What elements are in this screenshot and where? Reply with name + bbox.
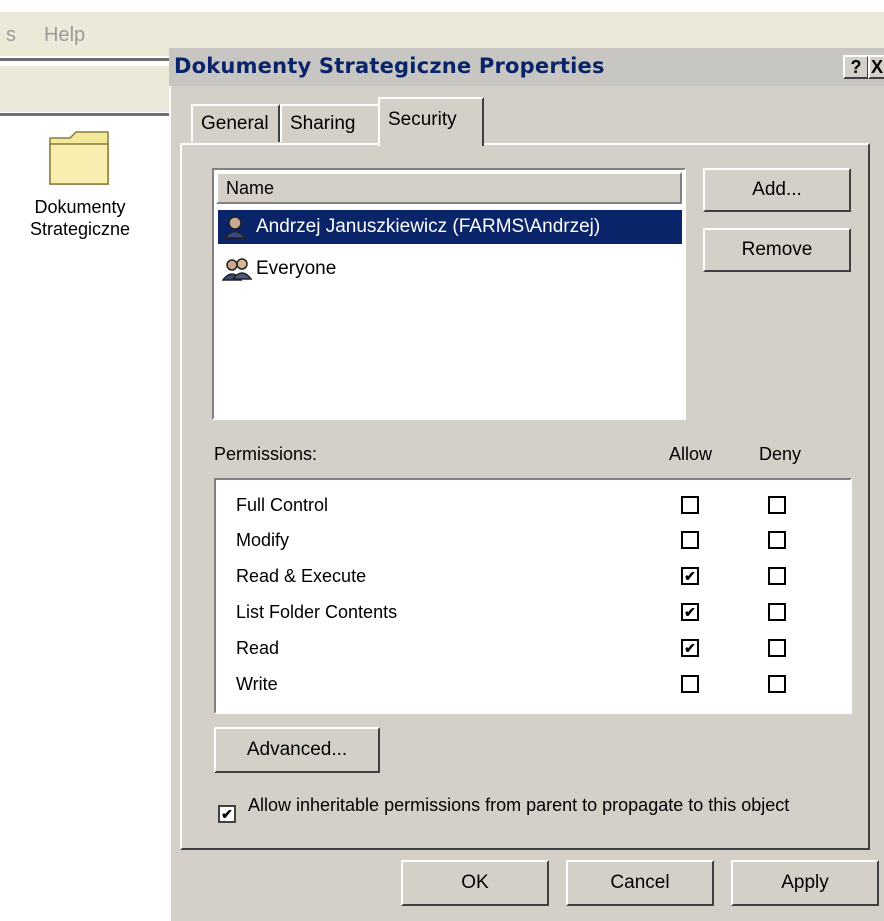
perm-row-read-execute: Read & Execute <box>236 566 367 586</box>
allow-header: Allow <box>669 444 713 464</box>
dialog-title: Dokumenty Strategiczne Properties <box>174 54 605 78</box>
cancel-button[interactable]: Cancel <box>566 860 714 906</box>
perm-row-modify: Modify <box>236 530 290 550</box>
toolbar-divider <box>0 113 172 116</box>
deny-checkbox-list-folder[interactable] <box>768 603 786 621</box>
ok-button[interactable]: OK <box>401 860 549 906</box>
deny-checkbox-write[interactable] <box>768 675 786 693</box>
advanced-button[interactable]: Advanced... <box>214 727 380 773</box>
list-item-andrzej[interactable]: Andrzej Januszkiewicz (FARMS\Andrzej) <box>218 210 682 244</box>
allow-checkbox-write[interactable] <box>681 675 699 693</box>
perm-row-write: Write <box>236 674 278 694</box>
menubar-divider <box>0 58 172 61</box>
tab-sharing[interactable]: Sharing <box>280 104 380 142</box>
menu-item-partial[interactable]: s <box>6 24 16 47</box>
list-item-label: Everyone <box>256 258 337 279</box>
allow-checkbox-read[interactable]: ✔ <box>681 639 699 657</box>
apply-button[interactable]: Apply <box>731 860 879 906</box>
list-item-label: Andrzej Januszkiewicz (FARMS\Andrzej) <box>256 216 601 237</box>
allow-checkbox-read-execute[interactable]: ✔ <box>681 567 699 585</box>
tab-general[interactable]: General <box>191 104 280 142</box>
perm-row-full-control: Full Control <box>236 495 329 515</box>
deny-checkbox-read[interactable] <box>768 639 786 657</box>
background-toolbar <box>0 66 172 111</box>
close-button[interactable]: X <box>868 55 884 79</box>
names-listbox[interactable] <box>212 168 686 420</box>
deny-header: Deny <box>759 444 802 464</box>
inherit-label: Allow inheritable permissions from paren… <box>248 795 790 815</box>
allow-checkbox-list-folder[interactable]: ✔ <box>681 603 699 621</box>
permissions-label: Permissions: <box>214 444 318 464</box>
user-icon <box>222 215 248 239</box>
allow-checkbox-full-control[interactable] <box>681 496 699 514</box>
allow-checkbox-modify[interactable] <box>681 531 699 549</box>
perm-row-list-folder-contents: List Folder Contents <box>236 602 398 622</box>
remove-button[interactable]: Remove <box>703 228 851 272</box>
toolbar-divider-light <box>0 110 172 112</box>
inherit-checkbox[interactable]: ✔ <box>218 805 236 823</box>
tab-security[interactable]: Security <box>378 97 484 146</box>
names-column-header[interactable]: Name <box>216 172 682 204</box>
deny-checkbox-modify[interactable] <box>768 531 786 549</box>
folder-label[interactable]: Dokumenty Strategiczne <box>14 196 146 240</box>
group-icon <box>221 257 253 281</box>
deny-checkbox-full-control[interactable] <box>768 496 786 514</box>
add-button[interactable]: Add... <box>703 168 851 212</box>
perm-row-read: Read <box>236 638 280 658</box>
folder-icon[interactable] <box>46 128 112 188</box>
menu-item-help[interactable]: Help <box>44 24 85 47</box>
deny-checkbox-read-execute[interactable] <box>768 567 786 585</box>
list-item-everyone[interactable]: Everyone <box>218 252 336 286</box>
help-button[interactable]: ? <box>843 55 869 79</box>
